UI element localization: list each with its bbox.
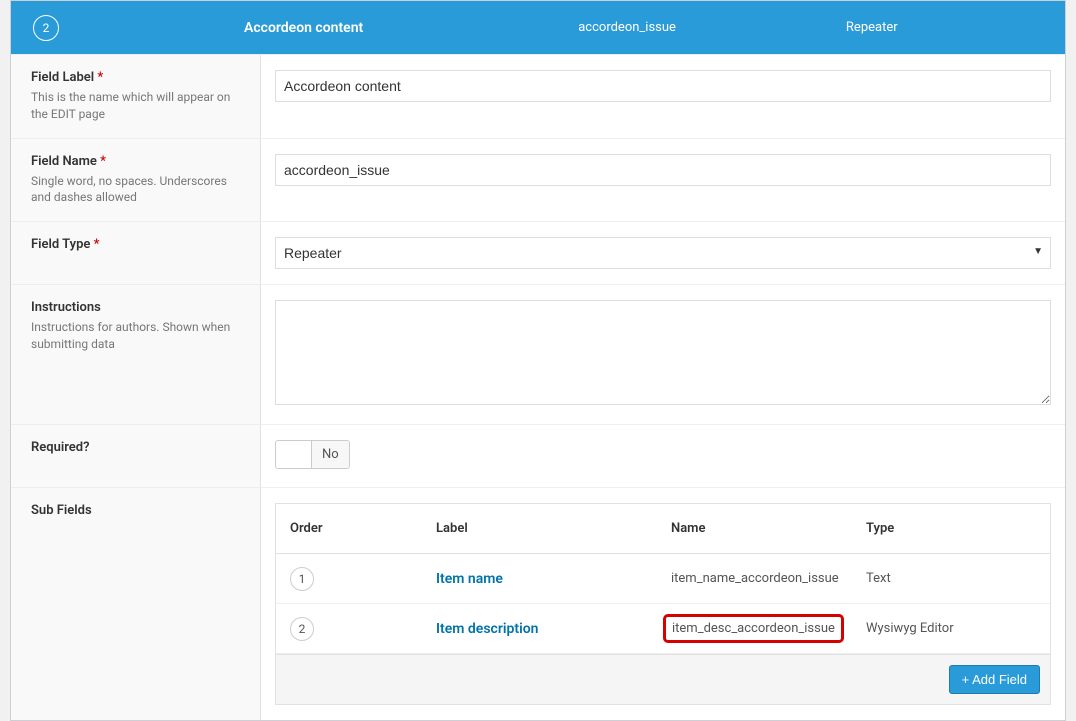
subfield-type-cell: Wysiwyg Editor xyxy=(866,621,1050,636)
field-label-label: Field Label * xyxy=(31,70,103,85)
input-col: Repeater ▼ xyxy=(261,222,1065,284)
required-label: Required? xyxy=(31,440,90,455)
select-wrap: Repeater ▼ xyxy=(275,237,1051,269)
table-row[interactable]: 2 Item description item_desc_accordeon_i… xyxy=(276,604,1050,654)
subfield-label-link[interactable]: Item name xyxy=(436,571,503,587)
table-row[interactable]: 1 Item name item_name_accordeon_issue Te… xyxy=(276,554,1050,604)
order-badge: 1 xyxy=(290,567,314,591)
label-col: Field Label * This is the name which wil… xyxy=(11,55,261,138)
row-required: Required? No xyxy=(11,424,1065,487)
row-sub-fields: Sub Fields Order Label Name Type 1 Item … xyxy=(11,487,1065,720)
subfields-label: Sub Fields xyxy=(31,503,92,518)
subfield-name-text: item_desc_accordeon_issue xyxy=(672,621,835,636)
field-summary-header[interactable]: 2 Accordeon content accordeon_issue Repe… xyxy=(11,1,1065,54)
header-field-type: Repeater xyxy=(846,20,898,35)
required-star: * xyxy=(100,154,106,169)
required-star: * xyxy=(94,237,100,252)
col-name-header: Name xyxy=(671,521,866,536)
subfield-type-cell: Text xyxy=(866,571,1050,586)
subfields-footer: + Add Field xyxy=(276,654,1050,704)
label-col: Field Type * xyxy=(11,222,261,284)
row-field-type: Field Type * Repeater ▼ xyxy=(11,221,1065,284)
input-col: Order Label Name Type 1 Item name item_n… xyxy=(261,488,1065,720)
label-col: Field Name * Single word, no spaces. Und… xyxy=(11,139,261,222)
field-type-select[interactable]: Repeater xyxy=(275,237,1051,269)
input-col xyxy=(261,285,1065,424)
field-type-label: Field Type * xyxy=(31,237,99,252)
toggle-switch xyxy=(276,441,312,468)
subfield-name-cell: item_desc_accordeon_issue xyxy=(671,614,866,643)
header-field-label: Accordeon content xyxy=(244,20,363,36)
field-name-desc: Single word, no spaces. Underscores and … xyxy=(31,173,248,207)
label-col: Required? xyxy=(11,425,261,487)
row-field-name: Field Name * Single word, no spaces. Und… xyxy=(11,138,1065,222)
instructions-textarea[interactable] xyxy=(275,300,1051,405)
subfields-table: Order Label Name Type 1 Item name item_n… xyxy=(275,503,1051,705)
label-col: Sub Fields xyxy=(11,488,261,720)
col-label-header: Label xyxy=(436,521,671,536)
row-field-label: Field Label * This is the name which wil… xyxy=(11,54,1065,138)
field-order-badge: 2 xyxy=(33,15,59,41)
field-name-input[interactable] xyxy=(275,154,1051,186)
input-col xyxy=(261,55,1065,138)
subfield-name-cell: item_name_accordeon_issue xyxy=(671,571,866,586)
highlight-annotation: item_desc_accordeon_issue xyxy=(663,614,844,643)
label-col: Instructions Instructions for authors. S… xyxy=(11,285,261,424)
required-star: * xyxy=(97,70,103,85)
col-order-header: Order xyxy=(276,521,436,536)
header-field-name: accordeon_issue xyxy=(578,20,676,35)
subfield-label-link[interactable]: Item description xyxy=(436,621,538,637)
input-col: No xyxy=(261,425,1065,487)
add-field-button[interactable]: + Add Field xyxy=(949,665,1040,694)
subfield-order-cell: 1 xyxy=(276,567,436,591)
field-name-label: Field Name * xyxy=(31,154,106,169)
subfields-header-row: Order Label Name Type xyxy=(276,504,1050,554)
field-label-input[interactable] xyxy=(275,70,1051,102)
subfield-label-cell: Item description xyxy=(436,621,671,637)
subfield-label-cell: Item name xyxy=(436,571,671,587)
subfield-name-text: item_name_accordeon_issue xyxy=(671,571,839,586)
subfield-order-cell: 2 xyxy=(276,617,436,641)
field-label-desc: This is the name which will appear on th… xyxy=(31,89,248,123)
order-badge: 2 xyxy=(290,617,314,641)
col-type-header: Type xyxy=(866,521,1050,536)
required-toggle[interactable]: No xyxy=(275,440,350,469)
instructions-desc: Instructions for authors. Shown when sub… xyxy=(31,319,248,353)
instructions-label: Instructions xyxy=(31,300,101,315)
field-group-container: 2 Accordeon content accordeon_issue Repe… xyxy=(10,0,1066,721)
input-col xyxy=(261,139,1065,222)
row-instructions: Instructions Instructions for authors. S… xyxy=(11,284,1065,424)
toggle-value: No xyxy=(312,441,349,468)
